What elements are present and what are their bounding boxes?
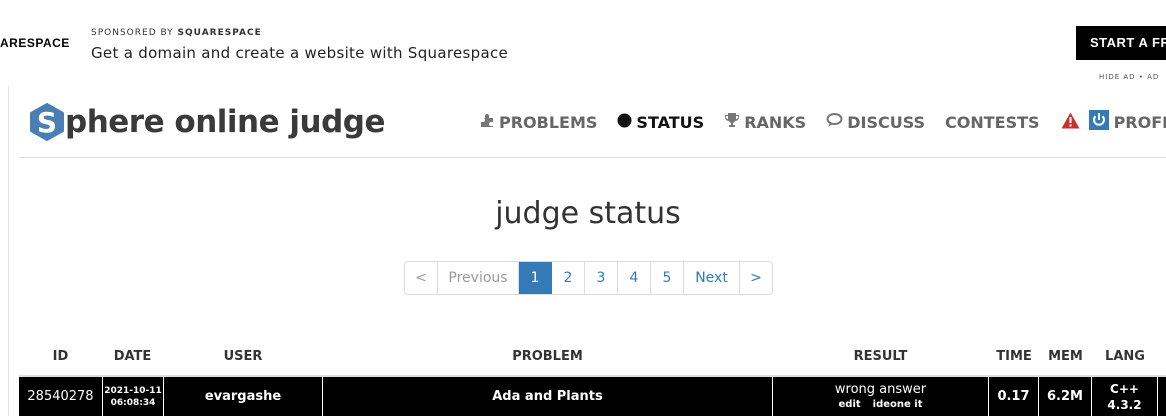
ad-cta-button[interactable]: START A FR — [1076, 26, 1166, 60]
submission-problem-link[interactable]: Ada and Plants — [492, 389, 603, 404]
nav-status-label: STATUS — [636, 112, 705, 132]
pagination-page-3[interactable]: 3 — [585, 262, 618, 294]
cell-lang: C++ 4.3.2 — [1092, 377, 1158, 416]
cell-result: wrong answer edit ideone it — [773, 377, 989, 416]
logo-hexagon-icon: S — [30, 103, 64, 141]
ad-logo[interactable]: ARESPACE — [0, 36, 70, 50]
nav-alert[interactable] — [1061, 110, 1080, 134]
submission-lang: C++ — [1110, 381, 1139, 396]
logo-text: phere online judge — [65, 104, 386, 140]
nav-ranks-label: RANKS — [744, 112, 807, 132]
nav-status[interactable]: STATUS — [617, 110, 704, 134]
result-links: edit ideone it — [833, 397, 929, 412]
col-header-user[interactable]: USER — [163, 349, 323, 364]
nav-profile-label: PROFILE — [1113, 112, 1166, 132]
ad-sponsor-line: SPONSORED BY SQUARESPACE — [91, 28, 262, 38]
main-nav: PROBLEMS STATUS RANKS DISCUSS CONTESTS P… — [479, 110, 1166, 134]
cell-mem: 6.2M — [1039, 377, 1092, 416]
cell-problem[interactable]: Ada and Plants — [323, 377, 773, 416]
col-header-time[interactable]: TIME — [989, 349, 1039, 364]
cell-date: 2021-10-11 06:08:34 — [103, 377, 164, 416]
pagination: < Previous 1 2 3 4 5 Next > — [404, 261, 773, 295]
nav-contests-label: CONTESTS — [945, 112, 1040, 132]
nav-discuss[interactable]: DISCUSS — [826, 110, 925, 134]
comments-icon — [826, 112, 843, 132]
submission-user-link[interactable]: evargashe — [205, 389, 281, 404]
nav-contests[interactable]: CONTESTS — [945, 110, 1040, 134]
logo-letter: S — [36, 105, 58, 139]
warning-icon — [1061, 112, 1080, 133]
pagination-page-2[interactable]: 2 — [552, 262, 585, 294]
ad-sponsor-prefix: SPONSORED BY — [91, 28, 174, 38]
pagination-next[interactable]: Next — [684, 262, 740, 294]
pagination-first[interactable]: < — [405, 262, 438, 294]
ideone-link[interactable]: ideone it — [873, 399, 923, 410]
nav-profile[interactable]: PROFILE ▾ — [1088, 110, 1166, 134]
edit-link[interactable]: edit — [839, 399, 861, 410]
col-header-mem[interactable]: MEM — [1039, 349, 1092, 364]
content-left-border — [8, 86, 9, 416]
circle-icon — [617, 113, 632, 132]
col-header-result[interactable]: RESULT — [772, 349, 989, 364]
nav-problems-label: PROBLEMS — [499, 112, 598, 132]
ad-sponsor-name: SQUARESPACE — [177, 28, 262, 38]
nav-problems[interactable]: PROBLEMS — [479, 110, 597, 134]
pagination-page-1[interactable]: 1 — [519, 262, 552, 294]
col-header-date[interactable]: DATE — [102, 349, 163, 364]
cell-time: 0.17 — [989, 377, 1039, 416]
pagination-previous[interactable]: Previous — [438, 262, 519, 294]
ad-hide-link[interactable]: HIDE AD • AD — [1099, 73, 1159, 81]
site-logo[interactable]: S phere online judge — [30, 103, 386, 141]
col-header-lang[interactable]: LANG — [1092, 349, 1158, 364]
trophy-icon — [724, 112, 740, 132]
page-title: judge status — [495, 196, 681, 231]
col-header-problem[interactable]: PROBLEM — [323, 349, 772, 364]
nav-ranks[interactable]: RANKS — [724, 110, 806, 134]
header-divider — [19, 157, 1166, 158]
col-header-id[interactable]: ID — [19, 349, 102, 364]
nav-discuss-label: DISCUSS — [847, 112, 926, 132]
submission-date: 2021-10-11 — [104, 385, 162, 396]
submission-time-of-day: 06:08:34 — [110, 397, 156, 408]
submission-time: 0.17 — [997, 389, 1030, 404]
pagination-page-4[interactable]: 4 — [618, 262, 651, 294]
cell-id[interactable]: 28540278 — [19, 377, 103, 416]
submission-result: wrong answer — [834, 381, 927, 397]
cell-user[interactable]: evargashe — [164, 377, 323, 416]
table-row: 28540278 2021-10-11 06:08:34 evargashe A… — [19, 377, 1166, 416]
power-icon — [1088, 110, 1109, 134]
submission-id[interactable]: 28540278 — [27, 389, 93, 404]
pagination-page-5[interactable]: 5 — [651, 262, 684, 294]
status-table-header: ID DATE USER PROBLEM RESULT TIME MEM LAN… — [19, 349, 1166, 369]
submission-mem: 6.2M — [1047, 389, 1083, 404]
pagination-last[interactable]: > — [740, 262, 772, 294]
ad-headline[interactable]: Get a domain and create a website with S… — [91, 44, 508, 62]
submission-lang-version: 4.3.2 — [1107, 397, 1142, 412]
puzzle-icon — [479, 112, 495, 132]
